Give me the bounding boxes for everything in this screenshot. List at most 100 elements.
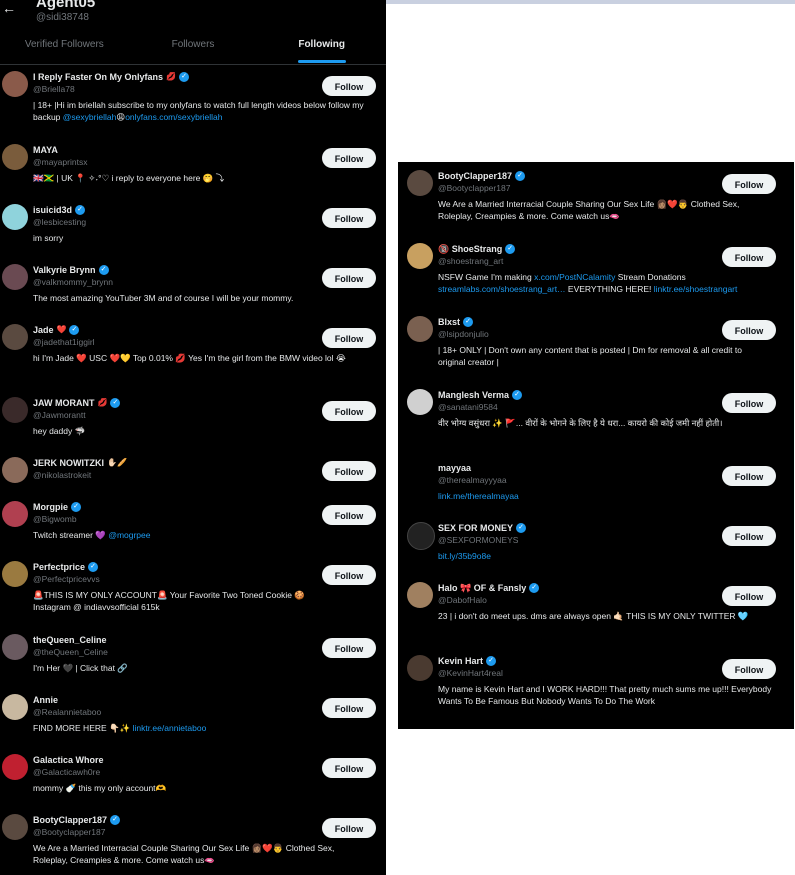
verified-badge-icon: ✓ <box>529 583 540 593</box>
follow-button[interactable]: Follow <box>322 208 376 228</box>
bio-link[interactable]: linktr.ee/annietaboo <box>133 723 207 733</box>
user-name[interactable]: BootyClapper187 <box>33 814 107 826</box>
user-name[interactable]: MAYA <box>33 144 58 156</box>
user-handle[interactable]: @lesbicesting <box>33 216 316 228</box>
user-handle[interactable]: @Galacticawh0re <box>33 766 316 778</box>
user-bio: link.me/therealmayaa <box>438 490 784 502</box>
user-name[interactable]: JERK NOWITZKI <box>33 457 104 469</box>
user-name[interactable]: Galactica Whore <box>33 754 104 766</box>
user-name[interactable]: Kevin Hart <box>438 655 483 667</box>
user-handle[interactable]: @mayaprintsx <box>33 156 316 168</box>
avatar[interactable] <box>2 501 28 527</box>
follow-button[interactable]: Follow <box>322 268 376 288</box>
avatar[interactable] <box>2 814 28 840</box>
verified-badge-icon: ✓ <box>463 317 474 327</box>
user-name[interactable]: Annie <box>33 694 58 706</box>
avatar[interactable] <box>2 754 28 780</box>
user-name[interactable]: theQueen_Celine <box>33 634 107 646</box>
user-handle[interactable]: @Realannietaboo <box>33 706 316 718</box>
user-bio: mommy 🍼 this my only account🫶 <box>33 783 167 793</box>
user-name[interactable]: I Reply Faster On My Onlyfans <box>33 71 163 83</box>
tab-followers[interactable]: Followers <box>129 30 258 63</box>
follow-button[interactable]: Follow <box>722 526 776 546</box>
follow-button[interactable]: Follow <box>722 320 776 340</box>
user-handle[interactable]: @Bigwomb <box>33 513 316 525</box>
user-handle[interactable]: @Briella78 <box>33 83 306 95</box>
user-name[interactable]: mayyaa <box>438 462 471 474</box>
avatar[interactable] <box>407 316 433 342</box>
name-emoji: ❤️ <box>56 325 67 334</box>
verified-badge-icon: ✓ <box>516 523 527 533</box>
bio-emoji: 😩 <box>116 112 126 122</box>
follow-button[interactable]: Follow <box>322 565 376 585</box>
avatar[interactable] <box>407 243 433 269</box>
follow-button[interactable]: Follow <box>322 758 376 778</box>
avatar[interactable] <box>2 561 28 587</box>
bio-link[interactable]: @mogrpee <box>108 530 150 540</box>
user-name[interactable]: Jade <box>33 324 54 336</box>
follow-button[interactable]: Follow <box>722 393 776 413</box>
bio-link[interactable]: linktr.ee/shoestrangart <box>654 284 738 294</box>
follow-button[interactable]: Follow <box>322 148 376 168</box>
avatar[interactable] <box>2 457 28 483</box>
tab-verified-followers[interactable]: Verified Followers <box>0 30 129 63</box>
follow-button[interactable]: Follow <box>722 659 776 679</box>
bio-link[interactable]: @sexybriellah <box>63 112 117 122</box>
follow-button[interactable]: Follow <box>322 328 376 348</box>
bio-link[interactable]: x.com/PostNCalamity <box>534 272 615 282</box>
user-name[interactable]: SEX FOR MONEY <box>438 522 513 534</box>
user-name[interactable]: BootyClapper187 <box>438 170 512 182</box>
follow-button[interactable]: Follow <box>722 247 776 267</box>
user-name[interactable]: Halo 🎀 OF & Fansly <box>438 582 526 594</box>
avatar[interactable] <box>2 694 28 720</box>
user-handle[interactable]: @nikolastrokeit <box>33 469 316 481</box>
avatar[interactable] <box>407 522 435 550</box>
avatar[interactable] <box>2 397 28 423</box>
user-handle[interactable]: @valkmommy_brynn <box>33 276 366 288</box>
follow-button[interactable]: Follow <box>322 461 376 481</box>
avatar[interactable] <box>2 634 28 660</box>
following-list-panel: ← Agent05 @sidi38748 Verified Followers … <box>0 0 386 875</box>
avatar[interactable] <box>2 264 28 290</box>
avatar[interactable] <box>407 389 433 415</box>
user-name[interactable]: Manglesh Verma <box>438 389 509 401</box>
avatar[interactable] <box>407 170 433 196</box>
user-name[interactable]: 🔞 ShoeStrang <box>438 243 502 255</box>
user-handle[interactable]: @Jawmorantt <box>33 409 316 421</box>
user-bio: 🚨THIS IS MY ONLY ACCOUNT🚨 Your Favorite … <box>33 590 305 612</box>
bio-link[interactable]: streamlabs.com/shoestrang_art… <box>438 284 566 294</box>
avatar[interactable] <box>2 324 28 350</box>
user-name[interactable]: JAW MORANT <box>33 397 95 409</box>
back-arrow-icon[interactable]: ← <box>2 0 16 16</box>
follow-button[interactable]: Follow <box>322 401 376 421</box>
bio-link[interactable]: link.me/therealmayaa <box>438 491 519 501</box>
avatar[interactable] <box>407 582 433 608</box>
avatar[interactable] <box>407 462 433 488</box>
user-name[interactable]: isuicid3d <box>33 204 72 216</box>
follow-button[interactable]: Follow <box>322 76 376 96</box>
avatar[interactable] <box>2 204 28 230</box>
following-list-panel-continued: BootyClapper187 ✓ @Bootyclapper187 We Are… <box>398 162 794 729</box>
follow-button[interactable]: Follow <box>322 505 376 525</box>
follow-button[interactable]: Follow <box>322 698 376 718</box>
user-name[interactable]: Blxst <box>438 316 460 328</box>
bio-link[interactable]: onlyfans.com/sexybriellah <box>125 112 222 122</box>
follow-button[interactable]: Follow <box>322 638 376 658</box>
user-handle[interactable]: @theQueen_Celine <box>33 646 316 658</box>
follow-button[interactable]: Follow <box>722 586 776 606</box>
avatar[interactable] <box>407 655 433 681</box>
bio-text: FIND MORE HERE 👇🏻✨ <box>33 723 131 733</box>
user-name[interactable]: Morgpie <box>33 501 68 513</box>
tab-following[interactable]: Following <box>257 30 386 63</box>
bio-text: EVERYTHING HERE! <box>565 284 654 294</box>
bio-link[interactable]: bit.ly/35b9o8e <box>438 551 491 561</box>
avatar[interactable] <box>2 71 28 97</box>
follow-button[interactable]: Follow <box>722 174 776 194</box>
user-bio: The most amazing YouTuber 3M and of cour… <box>33 293 294 303</box>
follow-button[interactable]: Follow <box>722 466 776 486</box>
user-name[interactable]: Valkyrie Brynn <box>33 264 96 276</box>
user-bio: bit.ly/35b9o8e <box>438 550 784 562</box>
follow-button[interactable]: Follow <box>322 818 376 838</box>
avatar[interactable] <box>2 144 28 170</box>
user-name[interactable]: Perfectprice <box>33 561 85 573</box>
